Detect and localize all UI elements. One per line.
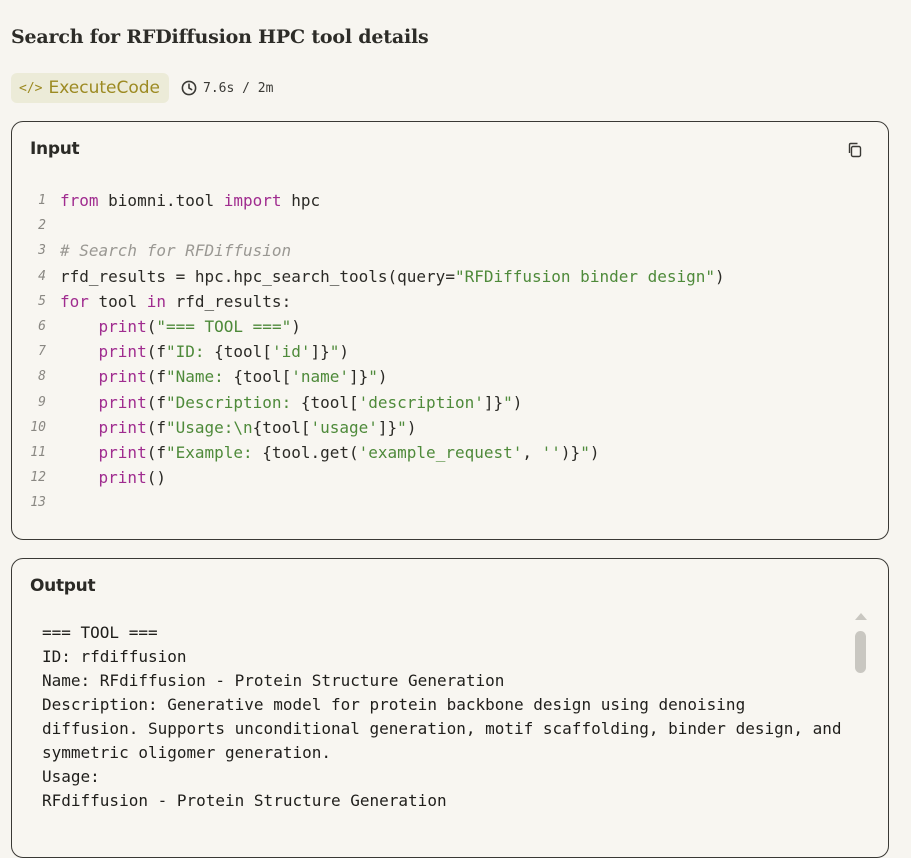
line-number: 4 (38, 268, 46, 284)
badge-label: ExecuteCode (48, 78, 160, 98)
execute-code-badge: </> ExecuteCode (11, 73, 169, 103)
copy-icon[interactable] (846, 141, 864, 159)
code-line: 5 for tool in rfd_results: (12, 289, 888, 314)
line-number: 5 (38, 293, 46, 309)
line-number: 6 (38, 318, 46, 334)
line-number: 8 (38, 369, 46, 385)
code-text: for tool in rfd_results: (60, 291, 292, 311)
line-number: 9 (38, 394, 46, 410)
tool-meta: </> ExecuteCode 7.6s / 2m (11, 73, 273, 103)
code-text: print(f"ID: {tool['id']}") (98, 342, 350, 362)
line-number: 12 (30, 470, 46, 486)
code-text: from biomni.tool import hpc (60, 191, 321, 210)
code-text: rfd_results = hpc.hpc_search_tools(query… (60, 266, 725, 286)
code-text: print() (98, 468, 166, 488)
line-number: 10 (30, 419, 46, 435)
code-line: 1 from biomni.tool import hpc (12, 188, 888, 213)
code-text: print("=== TOOL ===") (98, 316, 301, 336)
code-line: 7 print(f"ID: {tool['id']}") (12, 339, 888, 364)
code-line: 4 rfd_results = hpc.hpc_search_tools(que… (12, 264, 888, 289)
input-panel: Input 1 from biomni.tool import hpc 2 3 … (11, 121, 889, 540)
scrollbar-thumb[interactable] (855, 631, 866, 673)
line-number: 3 (38, 243, 46, 259)
code-line: 11 print(f"Example: {tool.get('example_r… (12, 440, 888, 465)
clock-icon (181, 80, 197, 96)
line-number: 2 (38, 218, 46, 234)
timer: 7.6s / 2m (181, 80, 273, 96)
code-line: 12 print() (12, 465, 888, 490)
code-text: print(f"Description: {tool['description'… (98, 392, 523, 412)
code-line: 10 print(f"Usage:\n{tool['usage']}") (12, 415, 888, 440)
scroll-up-arrow-icon[interactable] (855, 613, 867, 620)
code-text: # Search for RFDiffusion (60, 241, 292, 261)
code-editor[interactable]: 1 from biomni.tool import hpc 2 3 # Sear… (12, 188, 888, 515)
code-text: print(f"Example: {tool.get('example_requ… (98, 442, 600, 462)
code-line: 9 print(f"Description: {tool['descriptio… (12, 390, 888, 415)
output-panel: Output === TOOL === ID: rfdiffusion Name… (11, 558, 889, 858)
output-text: === TOOL === ID: rfdiffusion Name: RFdif… (42, 623, 842, 810)
code-line: 2 (12, 213, 888, 238)
code-icon: </> (19, 80, 43, 96)
code-line: 8 print(f"Name: {tool['name']}") (12, 364, 888, 389)
page-title: Search for RFDiffusion HPC tool details (11, 26, 429, 48)
code-line: 3 # Search for RFDiffusion (12, 238, 888, 263)
line-number: 13 (30, 495, 46, 511)
output-panel-title: Output (30, 576, 96, 596)
line-number: 11 (30, 444, 46, 460)
line-number: 7 (38, 344, 46, 360)
timer-text: 7.6s / 2m (203, 80, 274, 96)
code-line: 13 (12, 490, 888, 515)
input-panel-title: Input (30, 139, 80, 159)
line-number: 1 (38, 193, 46, 208)
code-line: 6 print("=== TOOL ===") (12, 314, 888, 339)
code-text: print(f"Usage:\n{tool['usage']}") (98, 417, 417, 437)
code-text: print(f"Name: {tool['name']}") (98, 367, 388, 387)
